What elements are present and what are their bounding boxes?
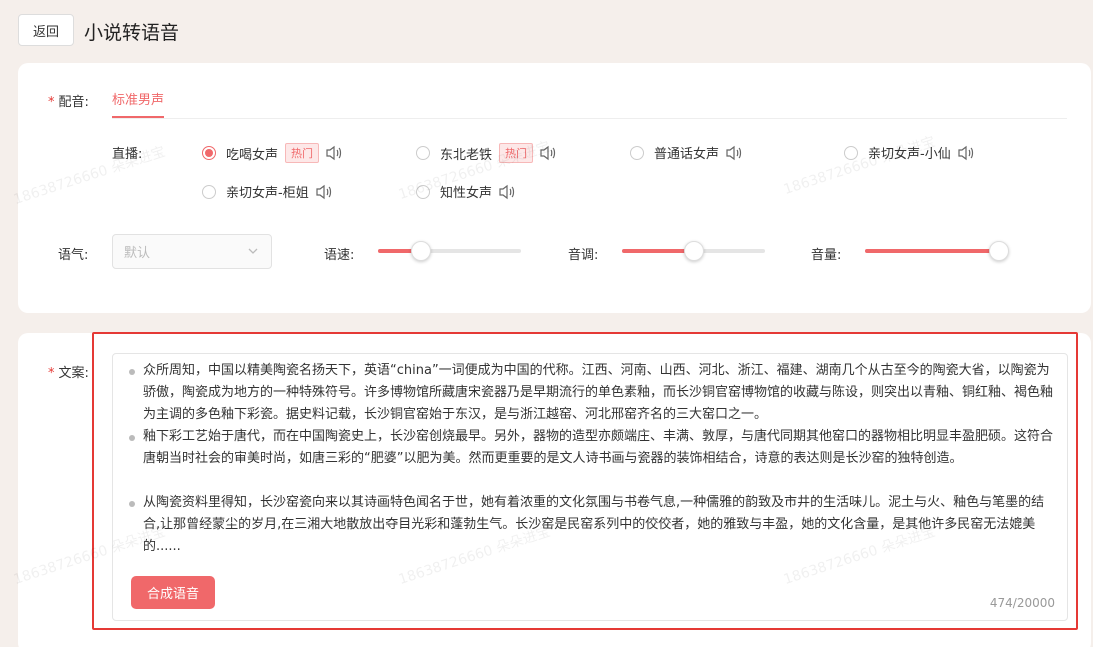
list-item: 众所周知，中国以精美陶瓷名扬天下，英语“china”一词便成为中国的代称。江西、… bbox=[129, 360, 1059, 426]
voice-settings-card: * 配音: 标准男声 直播: 吃喝女声 热门 东北老铁 热门 普通话女声 亲切女声… bbox=[18, 63, 1091, 313]
content-textarea[interactable]: 众所周知，中国以精美陶瓷名扬天下，英语“china”一词便成为中国的代称。江西、… bbox=[112, 353, 1068, 621]
required-mark: * bbox=[48, 95, 55, 110]
slider-thumb[interactable] bbox=[410, 241, 431, 261]
speed-label: 语速: bbox=[324, 248, 355, 263]
pitch-label: 音调: bbox=[568, 248, 599, 263]
content-label: * 文案: bbox=[48, 366, 89, 381]
speaker-icon[interactable] bbox=[315, 184, 333, 200]
tab-divider bbox=[112, 118, 1067, 119]
speaker-icon[interactable] bbox=[539, 145, 557, 161]
radio-checked[interactable] bbox=[202, 146, 216, 160]
hot-badge: 热门 bbox=[499, 143, 534, 163]
voice-name: 吃喝女声 bbox=[226, 147, 279, 163]
slider-thumb[interactable] bbox=[683, 241, 704, 261]
voice-name: 东北老铁 bbox=[440, 147, 493, 163]
radio[interactable] bbox=[202, 184, 216, 199]
radio[interactable] bbox=[844, 145, 858, 160]
speaker-icon[interactable] bbox=[957, 145, 975, 161]
chevron-down-icon bbox=[248, 248, 258, 254]
tone-select[interactable]: 默认 bbox=[112, 234, 272, 269]
voice-option[interactable]: 普通话女声 bbox=[630, 143, 743, 162]
bullet bbox=[129, 435, 135, 441]
volume-label: 音量: bbox=[811, 248, 842, 263]
list-item: 釉下彩工艺始于唐代，而在中国陶瓷史上，长沙窑创烧最早。另外，器物的造型亦颇端庄、… bbox=[129, 426, 1059, 470]
voice-name: 普通话女声 bbox=[654, 147, 720, 162]
tab-standard-male[interactable]: 标准男声 bbox=[112, 89, 165, 118]
speaker-icon[interactable] bbox=[325, 145, 343, 161]
live-row-label: 直播: bbox=[112, 147, 143, 162]
voice-option[interactable]: 亲切女声-柜姐 bbox=[202, 182, 333, 201]
back-button[interactable]: 返回 bbox=[18, 14, 74, 46]
voice-name: 知性女声 bbox=[440, 186, 493, 201]
voice-name: 亲切女声-小仙 bbox=[868, 147, 951, 162]
radio[interactable] bbox=[416, 184, 430, 199]
pitch-slider[interactable] bbox=[622, 241, 765, 261]
volume-slider[interactable] bbox=[865, 241, 1009, 261]
voice-option[interactable]: 东北老铁 热门 bbox=[416, 143, 557, 163]
tone-label: 语气: bbox=[58, 248, 89, 263]
speaker-icon[interactable] bbox=[725, 145, 743, 161]
voice-option[interactable]: 知性女声 bbox=[416, 182, 516, 201]
bullet bbox=[129, 501, 135, 507]
required-mark: * bbox=[48, 366, 55, 381]
hot-badge: 热门 bbox=[285, 143, 320, 163]
voice-option[interactable]: 吃喝女声 热门 bbox=[202, 143, 343, 163]
synthesize-button[interactable]: 合成语音 bbox=[131, 576, 215, 609]
list-item: 从陶瓷资料里得知，长沙窑瓷向来以其诗画特色闻名于世，她有着浓重的文化氛围与书卷气… bbox=[129, 492, 1059, 558]
tone-select-value: 默认 bbox=[124, 246, 151, 261]
voice-name: 亲切女声-柜姐 bbox=[226, 186, 309, 201]
content-card: * 文案: 众所周知，中国以精美陶瓷名扬天下，英语“china”一词便成为中国的代… bbox=[18, 333, 1091, 647]
page-title: 小说转语音 bbox=[84, 22, 180, 44]
voice-label: * 配音: bbox=[48, 95, 89, 110]
speed-slider[interactable] bbox=[378, 241, 521, 261]
voice-option[interactable]: 亲切女声-小仙 bbox=[844, 143, 975, 162]
bullet bbox=[129, 369, 135, 375]
slider-thumb[interactable] bbox=[989, 241, 1009, 261]
speaker-icon[interactable] bbox=[498, 184, 516, 200]
char-count: 474/20000 bbox=[989, 596, 1055, 610]
radio[interactable] bbox=[416, 146, 430, 160]
radio[interactable] bbox=[630, 145, 644, 160]
